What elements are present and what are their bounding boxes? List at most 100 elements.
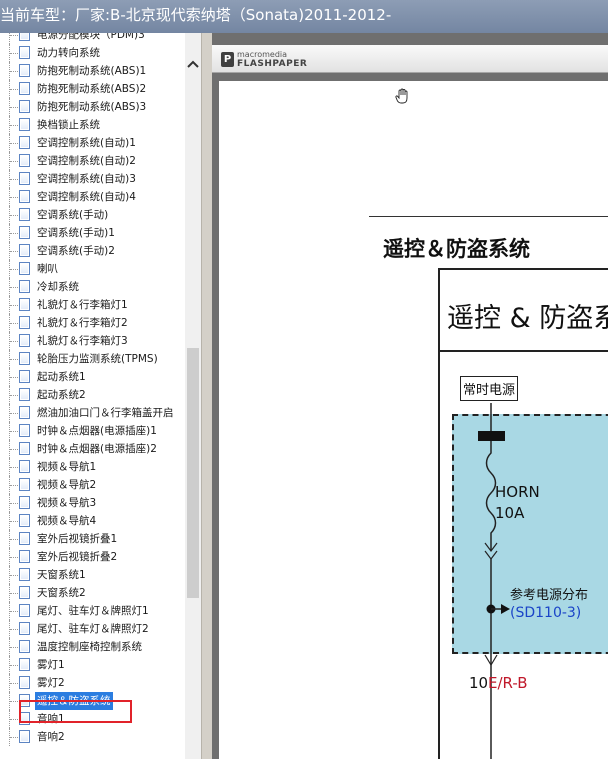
tree-guide-line: [9, 152, 18, 170]
tree-guide-line: [9, 638, 18, 656]
tree-item[interactable]: 换档锁止系统: [0, 116, 185, 134]
document-page[interactable]: 遥控＆防盗系统 遥控 & 防盗系统( 常时电源 HORN 10A 参考电源分布 …: [219, 81, 608, 759]
tree-item[interactable]: 时钟＆点烟器(电源插座)2: [0, 440, 185, 458]
tree-guide-line: [9, 33, 18, 44]
tree-item[interactable]: 空调系统(手动)2: [0, 242, 185, 260]
tree-guide-line: [9, 62, 18, 80]
tree-item[interactable]: 视频＆导航2: [0, 476, 185, 494]
tree-item[interactable]: 空调系统(手动)1: [0, 224, 185, 242]
tree-item[interactable]: 室外后视镜折叠2: [0, 548, 185, 566]
tree-item[interactable]: 空调控制系统(自动)2: [0, 152, 185, 170]
tree-item[interactable]: 天窗系统1: [0, 566, 185, 584]
tree-item[interactable]: 天窗系统2: [0, 584, 185, 602]
arrow-right-icon: [501, 604, 510, 614]
document-icon: [19, 640, 30, 653]
tree-item[interactable]: 防抱死制动系统(ABS)3: [0, 98, 185, 116]
document-icon: [19, 658, 30, 671]
tree-guide-line: [9, 368, 18, 386]
document-icon: [19, 550, 30, 563]
tree-item[interactable]: 时钟＆点烟器(电源插座)1: [0, 422, 185, 440]
tree-item[interactable]: 空调系统(手动): [0, 206, 185, 224]
tree-item-label: 防抱死制动系统(ABS)3: [37, 101, 147, 113]
tree-item[interactable]: 音响2: [0, 728, 185, 746]
tree-guide-line: [9, 134, 18, 152]
tree-guide-line: [9, 260, 18, 278]
tree-item[interactable]: 尾灯、驻车灯＆牌照灯2: [0, 620, 185, 638]
tree-item-label: 礼貌灯＆行李箱灯2: [37, 317, 128, 329]
document-icon: [19, 100, 30, 113]
wire-color-code: E/R-B: [488, 674, 528, 692]
document-icon: [19, 622, 30, 635]
tree-item[interactable]: 视频＆导航4: [0, 512, 185, 530]
document-icon: [19, 280, 30, 293]
tree-item[interactable]: 礼貌灯＆行李箱灯2: [0, 314, 185, 332]
document-icon: [19, 730, 30, 743]
tree-item-label: 天窗系统2: [37, 587, 86, 599]
tree-item-label: 冷却系统: [37, 281, 79, 293]
document-icon: [19, 64, 30, 77]
tree-item[interactable]: 雾灯2: [0, 674, 185, 692]
tree-item-label: 音响2: [37, 731, 65, 743]
chevron-up-icon[interactable]: [185, 57, 201, 73]
tree-item-label: 空调控制系统(自动)1: [37, 137, 136, 149]
reference-label: 参考电源分布: [510, 588, 589, 603]
tree-item[interactable]: 尾灯、驻车灯＆牌照灯1: [0, 602, 185, 620]
bus-bar: [478, 431, 505, 441]
tree-item[interactable]: 视频＆导航1: [0, 458, 185, 476]
tree-item[interactable]: 冷却系统: [0, 278, 185, 296]
tree-guide-line: [9, 458, 18, 476]
tree-item[interactable]: 轮胎压力监测系统(TPMS): [0, 350, 185, 368]
tree-guide-line: [9, 314, 18, 332]
tree-item[interactable]: 视频＆导航3: [0, 494, 185, 512]
tree-item[interactable]: 喇叭: [0, 260, 185, 278]
tree-item[interactable]: 电源分配模块（PDM)3: [0, 33, 185, 44]
scroll-thumb[interactable]: [187, 348, 199, 598]
document-tree[interactable]: 电源分配模块（PDM)3 动力转向系统防抱死制动系统(ABS)1 防抱死制动系统(A…: [0, 33, 185, 759]
tree-scrollbar[interactable]: [185, 33, 201, 759]
tree-guide-line: [9, 188, 18, 206]
window-title: 当前车型：厂家:B-北京现代索纳塔（Sonata)2011-2012-: [0, 6, 392, 24]
tree-item-label: 视频＆导航2: [37, 479, 97, 491]
tree-item-label: 时钟＆点烟器(电源插座)1: [37, 425, 157, 437]
tree-item[interactable]: 空调控制系统(自动)3: [0, 170, 185, 188]
tree-item[interactable]: 起动系统2: [0, 386, 185, 404]
document-icon: [19, 208, 30, 221]
document-icon: [19, 298, 30, 311]
tree-guide-line: [9, 332, 18, 350]
tree-guide-line: [9, 620, 18, 638]
tree-item[interactable]: 空调控制系统(自动)1: [0, 134, 185, 152]
tree-guide-line: [9, 692, 18, 710]
tree-item-label: 时钟＆点烟器(电源插座)2: [37, 443, 157, 455]
tree-item[interactable]: 礼貌灯＆行李箱灯3: [0, 332, 185, 350]
tree-item-label: 空调系统(手动)1: [37, 227, 115, 239]
tree-item[interactable]: 燃油加油口门＆行李箱盖开启: [0, 404, 185, 422]
document-icon: [19, 82, 30, 95]
tree-item-label: 尾灯、驻车灯＆牌照灯1: [37, 605, 149, 617]
fuse-name: HORN: [495, 483, 540, 501]
tree-item-label: 电源分配模块（PDM)3: [37, 33, 145, 41]
flashpaper-logo-icon: P: [221, 52, 234, 67]
tree-item[interactable]: 室外后视镜折叠1: [0, 530, 185, 548]
tree-item-label: 防抱死制动系统(ABS)1: [37, 65, 147, 77]
document-icon: [19, 604, 30, 617]
pane-splitter[interactable]: [201, 33, 212, 759]
tree-item-label: 雾灯1: [37, 659, 65, 671]
tree-item-label: 燃油加油口门＆行李箱盖开启: [37, 407, 174, 419]
tree-item[interactable]: 动力转向系统: [0, 44, 185, 62]
tree-item[interactable]: 起动系统1: [0, 368, 185, 386]
tree-item-label: 空调系统(手动)2: [37, 245, 115, 257]
tree-item-label: 空调控制系统(自动)4: [37, 191, 136, 203]
tree-item[interactable]: 雾灯1: [0, 656, 185, 674]
tree-guide-line: [9, 494, 18, 512]
tree-guide-line: [9, 476, 18, 494]
tree-item-label: 温度控制座椅控制系统: [37, 641, 142, 653]
tree-item[interactable]: 空调控制系统(自动)4: [0, 188, 185, 206]
tree-item[interactable]: 礼貌灯＆行李箱灯1: [0, 296, 185, 314]
tree-item-label: 起动系统2: [37, 389, 86, 401]
tree-guide-line: [9, 404, 18, 422]
reference-code-link[interactable]: (SD110-3): [510, 605, 581, 621]
tree-item[interactable]: 温度控制座椅控制系统: [0, 638, 185, 656]
fuse-rating: 10A: [495, 504, 525, 522]
tree-item[interactable]: 防抱死制动系统(ABS)1: [0, 62, 185, 80]
tree-item[interactable]: 防抱死制动系统(ABS)2: [0, 80, 185, 98]
